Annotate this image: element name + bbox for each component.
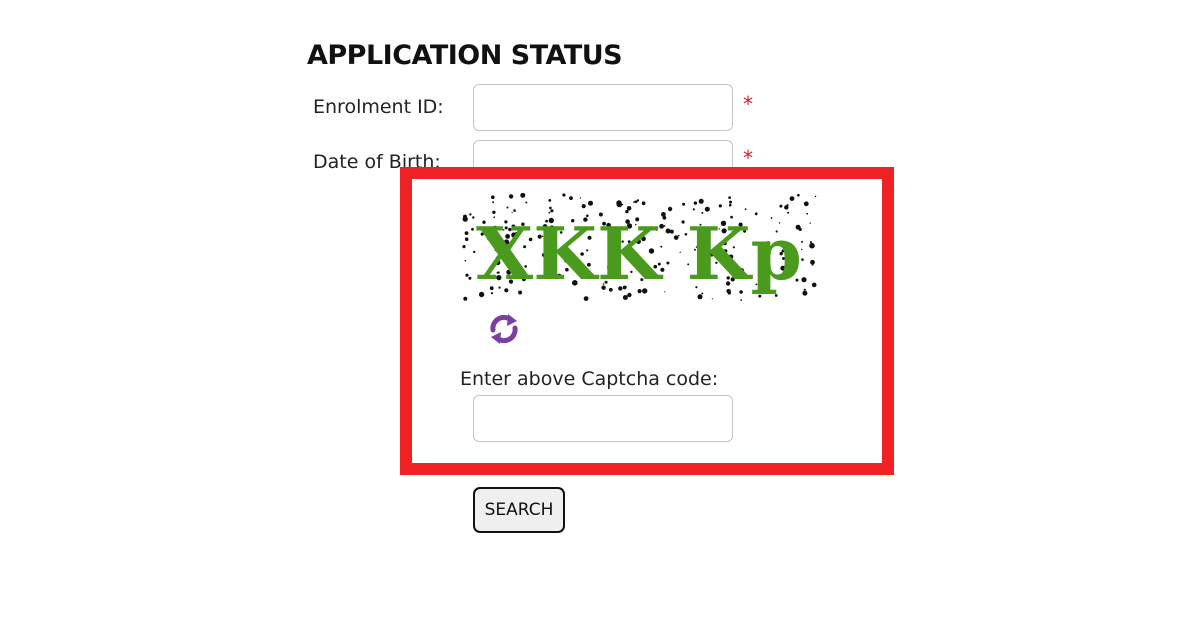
enrolment-id-label: Enrolment ID: xyxy=(313,96,444,118)
enrolment-id-input[interactable] xyxy=(473,84,733,131)
captcha-image: XKK Kp xyxy=(462,193,818,303)
captcha-label: Enter above Captcha code: xyxy=(460,368,719,390)
application-status-page: APPLICATION STATUS Enrolment ID: * Date … xyxy=(0,0,1200,630)
captcha-text: XKK Kp xyxy=(476,211,802,296)
captcha-input[interactable] xyxy=(473,395,733,442)
search-button[interactable]: SEARCH xyxy=(473,487,565,533)
refresh-icon[interactable] xyxy=(487,312,521,346)
page-title: APPLICATION STATUS xyxy=(307,40,623,71)
required-marker: * xyxy=(743,92,753,116)
